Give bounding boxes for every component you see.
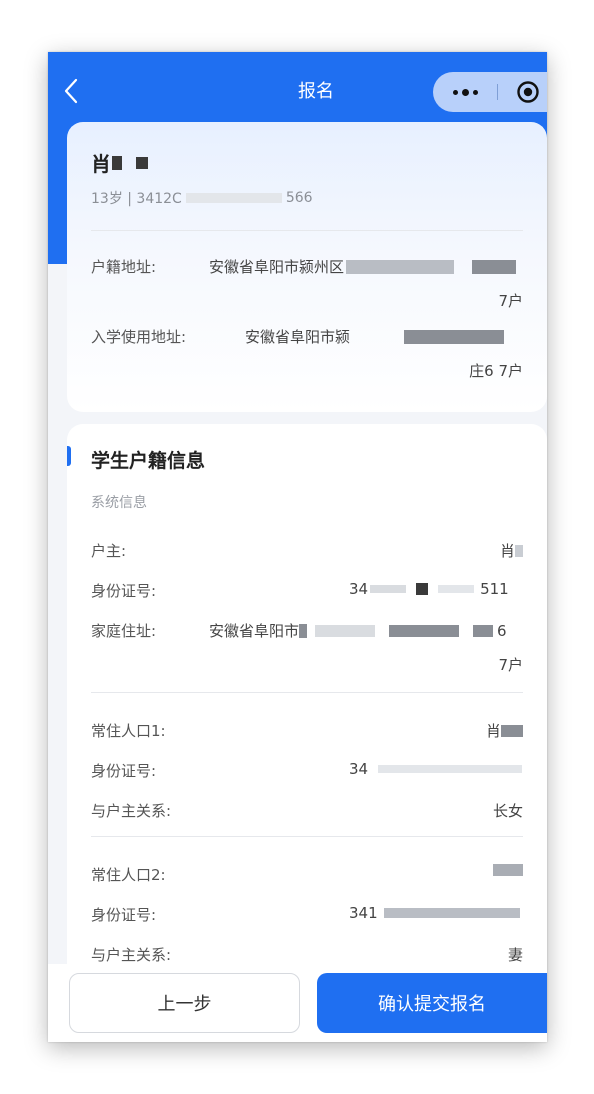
redaction-mask	[438, 585, 475, 593]
redaction-mask	[473, 624, 494, 637]
home-address-value: 安徽省阜阳市 6	[209, 620, 507, 641]
id-number-label: 身份证号:	[91, 582, 157, 600]
student-name: 肖	[91, 148, 148, 177]
resident-2-id-value: 341	[349, 904, 520, 922]
navigation-bar: 报名	[48, 52, 547, 130]
household-info-card: 学生户籍信息 系统信息 户主: 肖 身份证号: 34 511 家庭住址: 安徽省…	[67, 424, 547, 984]
resident-1-id-prefix: 34	[349, 760, 369, 778]
section-subtitle: 系统信息	[91, 495, 147, 511]
resident-1-id-value: 34	[349, 760, 523, 778]
more-dots-icon-center	[461, 88, 469, 96]
close-target-icon[interactable]	[516, 80, 540, 104]
resident-1-label: 常住人口1:	[91, 722, 166, 740]
redaction-mask	[378, 765, 523, 773]
divider	[91, 836, 523, 837]
student-name-text: 肖	[91, 152, 111, 176]
home-address-text: 安徽省阜阳市	[209, 622, 300, 640]
school-address-text: 安徽省阜阳市颍	[245, 328, 351, 346]
household-address-value: 安徽省阜阳市颍州区	[209, 256, 517, 277]
divider	[91, 692, 523, 693]
household-head-text: 肖	[499, 542, 515, 560]
resident-2-id-label: 身份证号:	[91, 906, 157, 924]
divider	[91, 230, 523, 231]
more-options-button[interactable]	[433, 72, 497, 112]
household-head-label: 户主:	[91, 542, 127, 560]
redaction-mask	[515, 544, 523, 557]
more-dots-icon-right	[472, 89, 478, 95]
resident-2-label: 常住人口2:	[91, 866, 166, 884]
app-frame: 报名 肖 13岁 | 3412C 566 户籍地址: 安徽省阜阳市颍州区 7户 …	[48, 52, 547, 1042]
redaction-mask	[136, 156, 148, 169]
redaction-mask	[501, 724, 523, 737]
home-address-end: 6	[497, 621, 507, 640]
school-address-value: 安徽省阜阳市颍	[245, 326, 505, 347]
redaction-mask	[472, 259, 517, 274]
section-marker	[67, 446, 71, 466]
school-address-tail: 庄6 7户	[469, 362, 523, 380]
previous-step-button[interactable]: 上一步	[69, 973, 300, 1033]
id-number-prefix: 34	[349, 580, 369, 598]
redaction-mask	[185, 193, 282, 203]
student-summary-card: 肖 13岁 | 3412C 566 户籍地址: 安徽省阜阳市颍州区 7户 入学使…	[67, 122, 547, 412]
household-address-label: 户籍地址:	[91, 258, 157, 276]
resident-2-name	[493, 864, 523, 876]
capsule-divider	[497, 84, 498, 100]
home-address-tail: 7户	[498, 656, 523, 674]
redaction-mask	[315, 624, 376, 637]
household-head-value: 肖	[500, 540, 523, 561]
redaction-mask	[416, 583, 429, 595]
resident-2-relation-value: 妻	[507, 946, 523, 964]
school-address-label: 入学使用地址:	[91, 328, 187, 346]
redaction-mask	[112, 155, 122, 170]
resident-1-id-label: 身份证号:	[91, 762, 157, 780]
redaction-mask	[346, 259, 455, 274]
household-address-tail: 7户	[498, 292, 523, 310]
redaction-mask	[389, 624, 460, 637]
id-number-suffix: 511	[480, 580, 509, 598]
section-title: 学生户籍信息	[91, 450, 206, 472]
age-id-suffix: 566	[285, 190, 313, 206]
redaction-mask	[370, 585, 407, 593]
resident-1-relation-label: 与户主关系:	[91, 802, 172, 820]
resident-1-relation-value: 长女	[492, 802, 523, 820]
home-address-label: 家庭住址:	[91, 622, 157, 640]
resident-1-name-text: 肖	[485, 722, 501, 740]
more-dots-icon	[452, 89, 458, 95]
miniprogram-capsule	[433, 72, 547, 112]
bottom-action-bar: 上一步 确认提交报名	[48, 964, 547, 1042]
redaction-mask	[404, 329, 505, 344]
redaction-mask	[299, 623, 308, 638]
resident-1-name: 肖	[486, 720, 523, 741]
resident-2-id-prefix: 341	[349, 904, 378, 922]
age-id-prefix: 13岁 | 3412C	[91, 191, 182, 207]
redaction-mask	[493, 864, 523, 876]
resident-2-relation-label: 与户主关系:	[91, 946, 172, 964]
student-age-id: 13岁 | 3412C 566	[91, 188, 313, 208]
household-address-text: 安徽省阜阳市颍州区	[209, 258, 345, 276]
id-number-value: 34 511	[349, 580, 509, 598]
redaction-mask	[383, 908, 520, 918]
submit-registration-button[interactable]: 确认提交报名	[317, 973, 547, 1033]
